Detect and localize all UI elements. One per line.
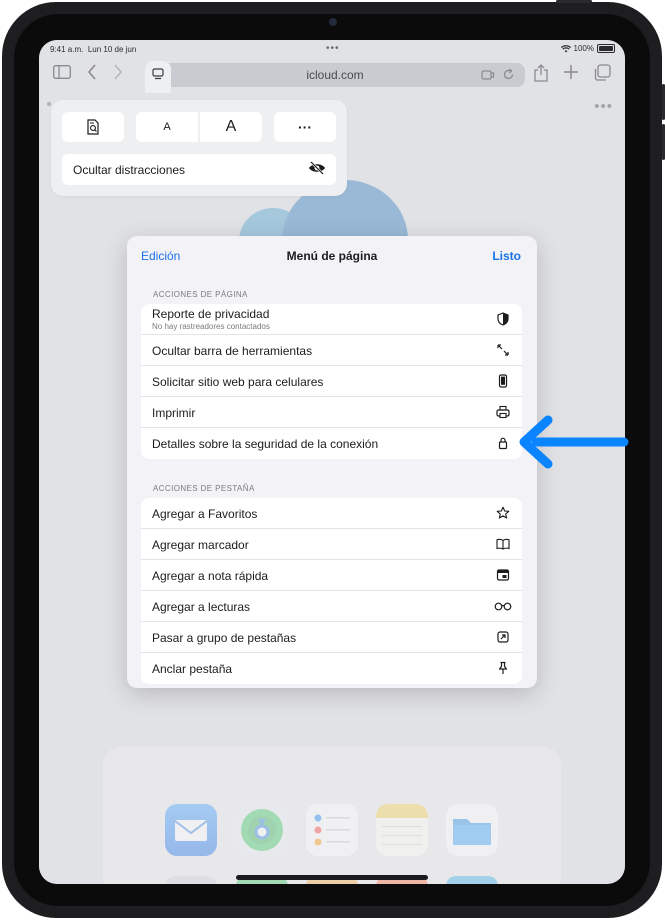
page-menu-sheet: Edición Menú de página Listo ACCIONES DE…: [127, 236, 537, 688]
page-menu-header: Edición Menú de página Listo: [127, 236, 537, 276]
phone-icon: [498, 374, 508, 388]
callout-arrow-icon: [519, 415, 629, 469]
add-quick-note-row[interactable]: Agregar a nota rápida: [141, 560, 522, 591]
row-label: Anclar pestaña: [152, 662, 233, 676]
home-indicator[interactable]: [236, 875, 428, 880]
row-label: Pasar a grupo de pestañas: [152, 631, 297, 645]
star-icon: [496, 506, 510, 519]
safari-toolbar: icloud.com: [39, 58, 625, 93]
new-tab-icon[interactable]: [563, 64, 579, 85]
move-to-tab-group-row[interactable]: Pasar a grupo de pestañas: [141, 622, 522, 653]
reader-icon: [87, 119, 99, 135]
status-indicators: 100%: [560, 44, 615, 53]
row-label: Agregar a lecturas: [152, 600, 251, 614]
page-actions-group: Reporte de privacidad No hay rastreadore…: [141, 304, 522, 459]
lock-icon: [498, 437, 508, 450]
status-bar: 9:41 a.m. Lun 10 de jun ••• 100%: [39, 40, 625, 58]
tab-actions-title: ACCIONES DE PESTAÑA: [153, 484, 255, 493]
reader-button[interactable]: [62, 112, 124, 142]
pin-tab-row[interactable]: Anclar pestaña: [141, 653, 522, 684]
hide-distractions-label: Ocultar distracciones: [73, 163, 186, 177]
done-button[interactable]: Listo: [492, 249, 521, 263]
row-label: Agregar a Favoritos: [152, 507, 258, 521]
book-icon: [496, 538, 510, 550]
request-mobile-site-row[interactable]: Solicitar sitio web para celulares: [141, 366, 522, 397]
more-options-button[interactable]: ···: [274, 112, 336, 142]
privacy-shield-icon: [497, 312, 509, 326]
page-menu-button[interactable]: [145, 61, 171, 93]
move-to-group-icon: [497, 631, 509, 643]
row-label: Agregar marcador: [152, 538, 249, 552]
add-to-reading-list-row[interactable]: Agregar a lecturas: [141, 591, 522, 622]
top-button: [556, 0, 592, 3]
battery-icon: [597, 44, 615, 53]
front-camera: [329, 18, 337, 26]
connection-security-row[interactable]: Detalles sobre la seguridad de la conexi…: [141, 428, 522, 459]
increase-font-button[interactable]: A: [200, 112, 262, 142]
share-icon[interactable]: [534, 64, 548, 87]
row-sublabel: No hay rastreadores contactados: [152, 322, 270, 331]
row-label: Agregar a nota rápida: [152, 569, 269, 583]
battery-percent: 100%: [573, 44, 594, 53]
pin-icon: [498, 661, 508, 674]
print-row[interactable]: Imprimir: [141, 397, 522, 428]
extension-icon[interactable]: [481, 69, 495, 81]
font-small-label: A: [163, 121, 171, 133]
row-label: Imprimir: [152, 406, 196, 420]
page-menu-title: Menú de página: [286, 249, 378, 263]
wifi-icon: [560, 44, 571, 52]
back-icon[interactable]: [87, 64, 97, 85]
forward-icon[interactable]: [113, 64, 123, 85]
more-icon: ···: [298, 119, 312, 135]
quick-note-icon: [496, 569, 510, 581]
privacy-report-row[interactable]: Reporte de privacidad No hay rastreadore…: [141, 304, 522, 335]
page-format-popover: A A ··· Ocultar distracciones: [51, 100, 347, 196]
url-text: icloud.com: [306, 68, 364, 82]
tabs-icon[interactable]: [594, 64, 611, 86]
page-actions-title: ACCIONES DE PÁGINA: [153, 290, 248, 299]
row-label: Ocultar barra de herramientas: [152, 344, 313, 358]
add-bookmark-row[interactable]: Agregar marcador: [141, 529, 522, 560]
page-menu-icon: [152, 68, 164, 80]
decrease-font-button[interactable]: A: [136, 112, 198, 142]
eye-slash-icon: [309, 161, 325, 175]
add-to-favorites-row[interactable]: Agregar a Favoritos: [141, 498, 522, 529]
font-large-label: A: [225, 118, 237, 135]
reload-icon[interactable]: [502, 68, 515, 81]
hide-toolbar-row[interactable]: Ocultar barra de herramientas: [141, 335, 522, 366]
row-label: Detalles sobre la seguridad de la conexi…: [152, 437, 379, 451]
row-label: Reporte de privacidad: [152, 307, 270, 321]
glasses-icon: [494, 602, 512, 611]
expand-arrows-icon: [497, 344, 509, 356]
address-bar[interactable]: icloud.com: [145, 63, 525, 87]
multitasking-dots[interactable]: •••: [326, 43, 340, 54]
status-time: 9:41 a.m. Lun 10 de jun: [50, 45, 137, 54]
row-label: Solicitar sitio web para celulares: [152, 375, 324, 389]
hide-distractions-row[interactable]: Ocultar distracciones: [62, 154, 336, 185]
printer-icon: [496, 405, 510, 419]
tab-actions-group: Agregar a Favoritos Agregar marcador Agr…: [141, 498, 522, 684]
sidebar-icon[interactable]: [53, 64, 71, 84]
